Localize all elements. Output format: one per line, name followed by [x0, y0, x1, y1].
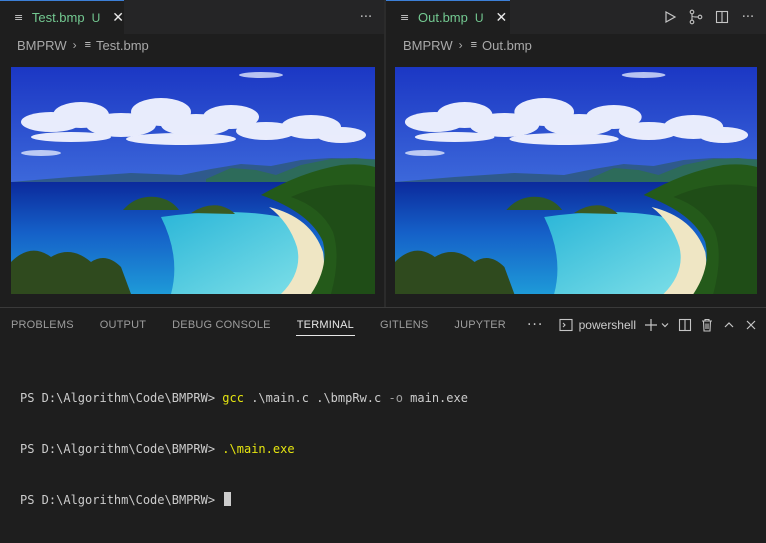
source-control-icon[interactable]	[688, 9, 704, 25]
untracked-badge: U	[91, 10, 101, 25]
chevron-right-icon: ›	[458, 38, 463, 52]
breadcrumb-folder[interactable]: BMPRW	[17, 38, 67, 53]
bottom-panel: PROBLEMS OUTPUT DEBUG CONSOLE TERMINAL G…	[0, 307, 766, 507]
terminal-cursor	[224, 492, 232, 506]
file-lines-icon: ≡	[84, 39, 92, 51]
breadcrumb: BMPRW › ≡ Out.bmp	[386, 34, 766, 56]
more-icon[interactable]: ···	[740, 9, 756, 25]
run-icon[interactable]	[662, 9, 678, 25]
terminal-icon	[559, 318, 573, 332]
split-terminal-icon[interactable]	[678, 318, 692, 332]
terminal-line: PS D:\Algorithm\Code\BMPRW>	[20, 492, 468, 509]
terminal-output[interactable]: PS D:\Algorithm\Code\BMPRW> gcc .\main.c…	[20, 356, 468, 543]
terminal-shell-selector[interactable]: powershell	[559, 318, 636, 332]
terminal-command: .\main.exe	[222, 442, 295, 456]
panel-tabs: PROBLEMS OUTPUT DEBUG CONSOLE TERMINAL G…	[10, 308, 543, 342]
terminal-line: PS D:\Algorithm\Code\BMPRW> .\main.exe	[20, 441, 468, 458]
chevron-down-icon[interactable]	[660, 320, 670, 330]
editor-group-right: ≡ Out.bmp U ✕ ··· BMPRW › ≡ Out.bmp	[386, 0, 766, 307]
tab-problems[interactable]: PROBLEMS	[10, 308, 75, 342]
bmp-image-preview	[395, 67, 757, 294]
tab-out-bmp[interactable]: ≡ Out.bmp U ✕	[386, 0, 510, 34]
terminal-line: PS D:\Algorithm\Code\BMPRW> gcc .\main.c…	[20, 390, 468, 407]
bmp-image-preview	[11, 67, 375, 294]
split-editor-icon[interactable]	[714, 9, 730, 25]
tab-output[interactable]: OUTPUT	[99, 308, 147, 342]
terminal-flag: -o	[388, 391, 403, 405]
tab-label: Out.bmp	[418, 10, 468, 25]
chevron-up-icon[interactable]	[722, 318, 736, 332]
file-lines-icon: ≡	[14, 10, 24, 24]
terminal-args: .\main.c .\bmpRw.c	[243, 391, 389, 405]
terminal-prompt: PS D:\Algorithm\Code\BMPRW>	[20, 493, 223, 507]
close-panel-icon[interactable]	[744, 318, 758, 332]
chevron-right-icon: ›	[72, 38, 77, 52]
more-icon[interactable]: ···	[527, 317, 543, 333]
close-icon[interactable]: ✕	[496, 10, 508, 26]
tab-bar: ≡ Out.bmp U ✕ ···	[386, 0, 766, 34]
editor-actions: ···	[662, 0, 756, 34]
editor-actions: ···	[358, 0, 374, 34]
more-icon[interactable]: ···	[358, 9, 374, 25]
tab-label: Test.bmp	[31, 10, 85, 25]
tab-test-bmp[interactable]: ≡ Test.bmp U ✕	[0, 0, 124, 34]
tab-gitlens[interactable]: GITLENS	[379, 308, 429, 342]
file-lines-icon: ≡	[470, 39, 478, 51]
close-icon[interactable]: ✕	[112, 10, 124, 26]
breadcrumb-folder[interactable]: BMPRW	[403, 38, 453, 53]
shell-name: powershell	[578, 318, 636, 332]
terminal-prompt: PS D:\Algorithm\Code\BMPRW>	[20, 391, 223, 405]
editor-group-left: ≡ Test.bmp U ✕ ··· BMPRW › ≡ Test.bmp	[0, 0, 384, 307]
tab-bar: ≡ Test.bmp U ✕ ···	[0, 0, 384, 34]
breadcrumb-file[interactable]: Test.bmp	[96, 38, 149, 53]
terminal-prompt: PS D:\Algorithm\Code\BMPRW>	[20, 442, 223, 456]
breadcrumb: BMPRW › ≡ Test.bmp	[0, 34, 384, 56]
untracked-badge: U	[474, 10, 484, 25]
new-terminal-icon[interactable]	[644, 318, 658, 332]
breadcrumb-file[interactable]: Out.bmp	[482, 38, 532, 53]
tab-terminal[interactable]: TERMINAL	[295, 308, 356, 342]
tab-jupyter[interactable]: JUPYTER	[453, 308, 507, 342]
tab-debug-console[interactable]: DEBUG CONSOLE	[171, 308, 272, 342]
file-lines-icon: ≡	[400, 10, 410, 24]
panel-actions: powershell	[559, 308, 758, 342]
terminal-args: main.exe	[402, 391, 468, 405]
trash-icon[interactable]	[700, 318, 714, 332]
terminal-command: gcc	[222, 391, 244, 405]
